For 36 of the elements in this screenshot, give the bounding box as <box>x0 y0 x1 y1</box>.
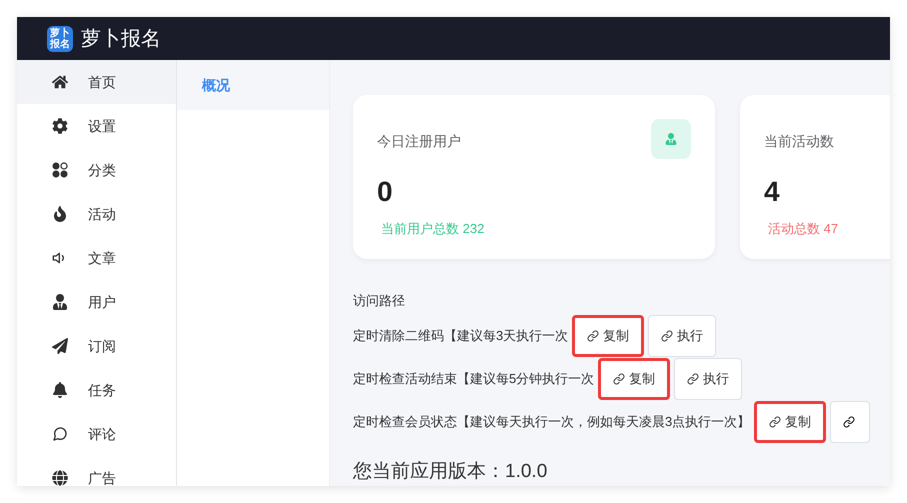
globe-icon <box>52 470 68 486</box>
stat-value: 4 <box>764 175 781 209</box>
link-icon <box>613 373 626 385</box>
stat-value: 0 <box>377 175 394 209</box>
stat-note: 当前用户总数 232 <box>381 220 486 238</box>
stat-title: 今日注册用户 <box>377 132 461 151</box>
link-icon <box>587 330 600 342</box>
link-icon <box>687 373 700 385</box>
run-button[interactable]: 执行 <box>674 358 742 400</box>
chat-icon <box>52 426 68 442</box>
bell-icon <box>52 382 68 398</box>
app-logo: 萝卜 报名 <box>47 26 73 52</box>
path-label: 定时检查会员状态【建议每天执行一次，例如每天凌晨3点执行一次】 <box>353 413 750 432</box>
version-text: 您当前应用版本：1.0.0 <box>353 460 548 484</box>
sidebar-item[interactable]: 首页 <box>17 60 176 104</box>
settings-icon <box>52 118 68 134</box>
copy-button[interactable]: 复制 <box>572 315 644 357</box>
copy-button[interactable]: 复制 <box>598 358 670 400</box>
paper-plane-icon <box>52 338 68 354</box>
stat-title: 当前活动数 <box>764 132 834 151</box>
path-label: 定时检查活动结束【建议每5分钟执行一次 <box>353 370 594 388</box>
user-icon <box>665 133 677 145</box>
stat-note: 活动总数 47 <box>768 220 840 238</box>
app-title: 萝卜报名 <box>81 26 161 52</box>
link-icon <box>843 416 856 428</box>
path-label: 定时清除二维码【建议每3天执行一次 <box>353 327 568 346</box>
flame-icon <box>52 206 68 222</box>
circles-icon <box>52 162 68 178</box>
run-button[interactable]: 执行 <box>648 315 716 357</box>
run-button[interactable] <box>830 401 870 443</box>
section-title: 访问路径 <box>353 292 406 310</box>
user-icon <box>52 294 68 310</box>
copy-button[interactable]: 复制 <box>754 401 826 443</box>
link-icon <box>769 416 782 428</box>
link-icon <box>661 330 674 342</box>
home-icon <box>52 74 68 90</box>
